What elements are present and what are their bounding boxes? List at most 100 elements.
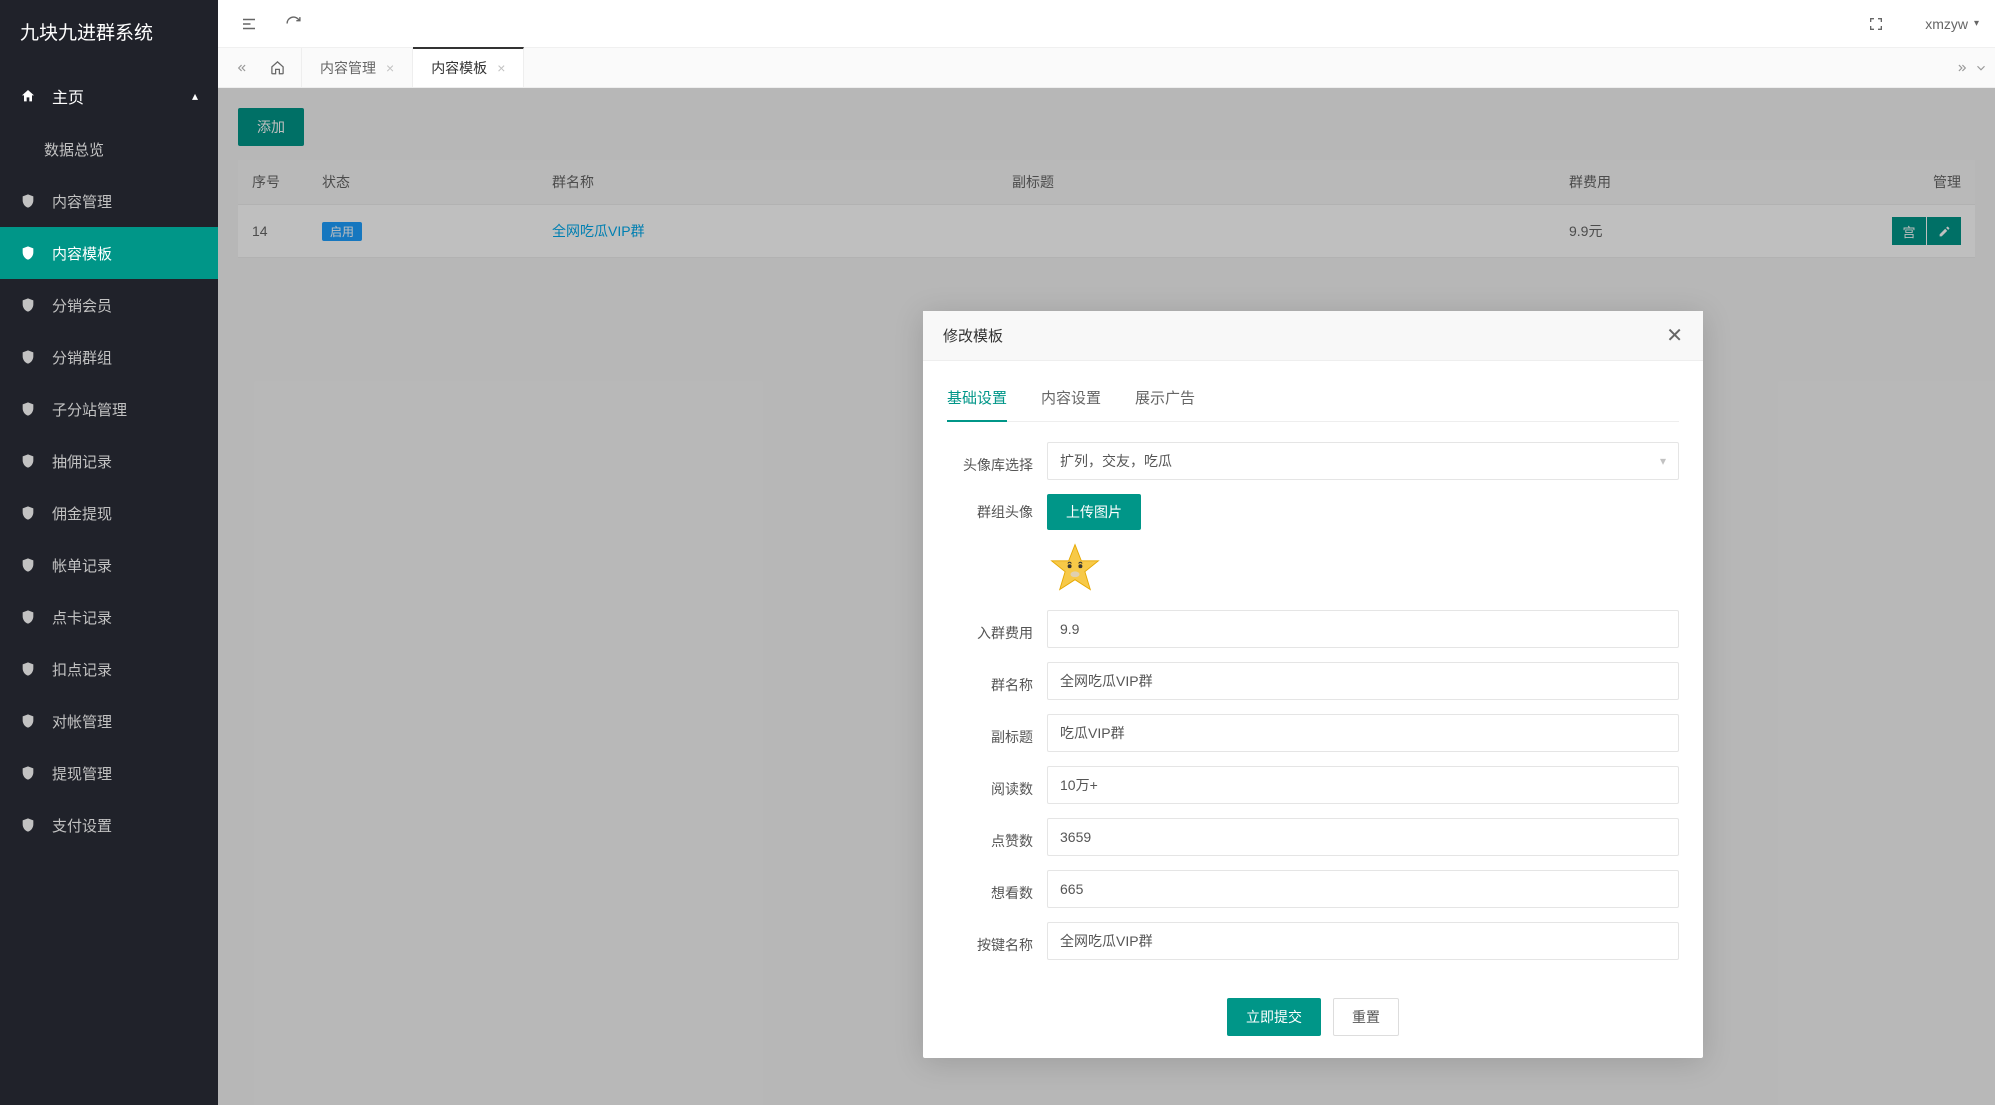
shield-check-icon bbox=[20, 817, 42, 833]
home-icon bbox=[20, 88, 42, 104]
shield-check-icon bbox=[20, 505, 42, 521]
button-name-input[interactable] bbox=[1047, 922, 1679, 960]
shield-check-icon bbox=[20, 401, 42, 417]
main-area: xmzyw ▾ 内容管理×内容模板× 添加 bbox=[218, 0, 1995, 1105]
modal-tab-1[interactable]: 内容设置 bbox=[1041, 379, 1101, 421]
sidebar-item-1[interactable]: 内容管理 bbox=[0, 175, 218, 227]
tabs-menu-button[interactable] bbox=[1974, 61, 1988, 75]
sidebar-item-4[interactable]: 分销群组 bbox=[0, 331, 218, 383]
sidebar-item-9[interactable]: 点卡记录 bbox=[0, 591, 218, 643]
close-icon[interactable]: ✕ bbox=[1666, 323, 1683, 348]
shield-check-icon bbox=[20, 245, 42, 261]
sidebar-item-label: 提现管理 bbox=[52, 763, 112, 784]
content-area: 添加 序号状态群名称副标题群费用管理 14启用全网吃瓜VIP群9.9元宫 修改模… bbox=[218, 88, 1995, 1105]
shield-check-icon bbox=[20, 713, 42, 729]
collapse-sidebar-button[interactable] bbox=[234, 9, 264, 39]
sidebar-item-label: 内容管理 bbox=[52, 191, 112, 212]
sidebar-item-13[interactable]: 支付设置 bbox=[0, 799, 218, 851]
modal-tabs: 基础设置内容设置展示广告 bbox=[947, 379, 1679, 422]
shield-check-icon bbox=[20, 193, 42, 209]
shield-check-icon bbox=[20, 453, 42, 469]
shield-check-icon bbox=[20, 349, 42, 365]
sidebar-item-10[interactable]: 扣点记录 bbox=[0, 643, 218, 695]
sidebar-item-11[interactable]: 对帐管理 bbox=[0, 695, 218, 747]
shield-check-icon bbox=[20, 297, 42, 313]
fullscreen-button[interactable] bbox=[1861, 9, 1891, 39]
reset-button[interactable]: 重置 bbox=[1333, 998, 1399, 1036]
sidebar-item-label: 数据总览 bbox=[44, 139, 104, 160]
group-avatar-label: 群组头像 bbox=[947, 494, 1047, 522]
sidebar-item-label: 分销群组 bbox=[52, 347, 112, 368]
topbar: xmzyw ▾ bbox=[218, 0, 1995, 48]
sidebar-item-label: 对帐管理 bbox=[52, 711, 112, 732]
modal-body: 基础设置内容设置展示广告 头像库选择 扩列，交友，吃瓜 ▾ 群组头像 bbox=[923, 361, 1703, 981]
shield-check-icon bbox=[20, 609, 42, 625]
sidebar-item-5[interactable]: 子分站管理 bbox=[0, 383, 218, 435]
avatar-lib-label: 头像库选择 bbox=[947, 447, 1047, 475]
reads-input[interactable] bbox=[1047, 766, 1679, 804]
sidebar-item-label: 支付设置 bbox=[52, 815, 112, 836]
join-fee-input[interactable] bbox=[1047, 610, 1679, 648]
edit-template-modal: 修改模板 ✕ 基础设置内容设置展示广告 头像库选择 扩列，交友，吃瓜 ▾ bbox=[923, 311, 1703, 1058]
tab-label: 内容模板 bbox=[431, 58, 487, 78]
tab-label: 内容管理 bbox=[320, 58, 376, 78]
sidebar-item-label: 子分站管理 bbox=[52, 399, 127, 420]
tab-bar: 内容管理 × 内容模板 × bbox=[218, 48, 1995, 88]
user-menu[interactable]: xmzyw ▾ bbox=[1925, 16, 1979, 32]
tab-home[interactable] bbox=[254, 48, 302, 87]
subtitle-input[interactable] bbox=[1047, 714, 1679, 752]
sidebar-item-label: 分销会员 bbox=[52, 295, 112, 316]
tabs-prev-button[interactable] bbox=[228, 48, 254, 87]
modal-title: 修改模板 bbox=[943, 325, 1003, 346]
nav-group-label: 主页 bbox=[52, 84, 84, 108]
chevron-up-icon: ▴ bbox=[192, 89, 198, 103]
likes-input[interactable] bbox=[1047, 818, 1679, 856]
avatar-preview bbox=[1047, 540, 1103, 596]
avatar-lib-select[interactable]: 扩列，交友，吃瓜 ▾ bbox=[1047, 442, 1679, 480]
close-icon[interactable]: × bbox=[386, 60, 394, 76]
button-name-label: 按键名称 bbox=[947, 927, 1047, 955]
subtitle-label: 副标题 bbox=[947, 719, 1047, 747]
group-name-label: 群名称 bbox=[947, 667, 1047, 695]
tab-item-1[interactable]: 内容模板 × bbox=[413, 47, 524, 87]
modal-tab-2[interactable]: 展示广告 bbox=[1135, 379, 1195, 421]
modal-footer: 立即提交 重置 bbox=[923, 981, 1703, 1058]
submit-button[interactable]: 立即提交 bbox=[1227, 998, 1321, 1036]
sidebar-item-7[interactable]: 佣金提现 bbox=[0, 487, 218, 539]
sidebar-item-label: 扣点记录 bbox=[52, 659, 112, 680]
shield-check-icon bbox=[20, 661, 42, 677]
tab-item-0[interactable]: 内容管理 × bbox=[302, 48, 413, 87]
sidebar-item-label: 帐单记录 bbox=[52, 555, 112, 576]
sidebar-item-3[interactable]: 分销会员 bbox=[0, 279, 218, 331]
sidebar: 九块九进群系统 主页 ▴ 数据总览内容管理内容模板分销会员分销群组子分站管理抽佣… bbox=[0, 0, 218, 1105]
close-icon[interactable]: × bbox=[497, 60, 505, 76]
sidebar-item-label: 抽佣记录 bbox=[52, 451, 112, 472]
user-name: xmzyw bbox=[1925, 16, 1968, 32]
modal-tab-0[interactable]: 基础设置 bbox=[947, 379, 1007, 422]
nav-group-home[interactable]: 主页 ▴ bbox=[0, 68, 218, 123]
avatar-lib-value: 扩列，交友，吃瓜 bbox=[1060, 451, 1172, 471]
sidebar-item-6[interactable]: 抽佣记录 bbox=[0, 435, 218, 487]
refresh-button[interactable] bbox=[278, 9, 308, 39]
group-name-input[interactable] bbox=[1047, 662, 1679, 700]
shield-check-icon bbox=[20, 765, 42, 781]
reads-label: 阅读数 bbox=[947, 771, 1047, 799]
likes-label: 点赞数 bbox=[947, 823, 1047, 851]
chevron-down-icon: ▾ bbox=[1974, 18, 1979, 29]
wants-label: 想看数 bbox=[947, 875, 1047, 903]
chevron-down-icon: ▾ bbox=[1660, 454, 1666, 468]
sidebar-item-label: 内容模板 bbox=[52, 243, 112, 264]
sidebar-item-8[interactable]: 帐单记录 bbox=[0, 539, 218, 591]
wants-input[interactable] bbox=[1047, 870, 1679, 908]
sidebar-item-2[interactable]: 内容模板 bbox=[0, 227, 218, 279]
app-logo: 九块九进群系统 bbox=[0, 0, 218, 68]
upload-image-button[interactable]: 上传图片 bbox=[1047, 494, 1141, 530]
star-emoji-icon bbox=[1048, 541, 1102, 595]
join-fee-label: 入群费用 bbox=[947, 615, 1047, 643]
sidebar-item-0[interactable]: 数据总览 bbox=[0, 123, 218, 175]
modal-header: 修改模板 ✕ bbox=[923, 311, 1703, 361]
sidebar-item-12[interactable]: 提现管理 bbox=[0, 747, 218, 799]
shield-check-icon bbox=[20, 557, 42, 573]
sidebar-item-label: 点卡记录 bbox=[52, 607, 112, 628]
tabs-next-button[interactable] bbox=[1956, 61, 1970, 75]
